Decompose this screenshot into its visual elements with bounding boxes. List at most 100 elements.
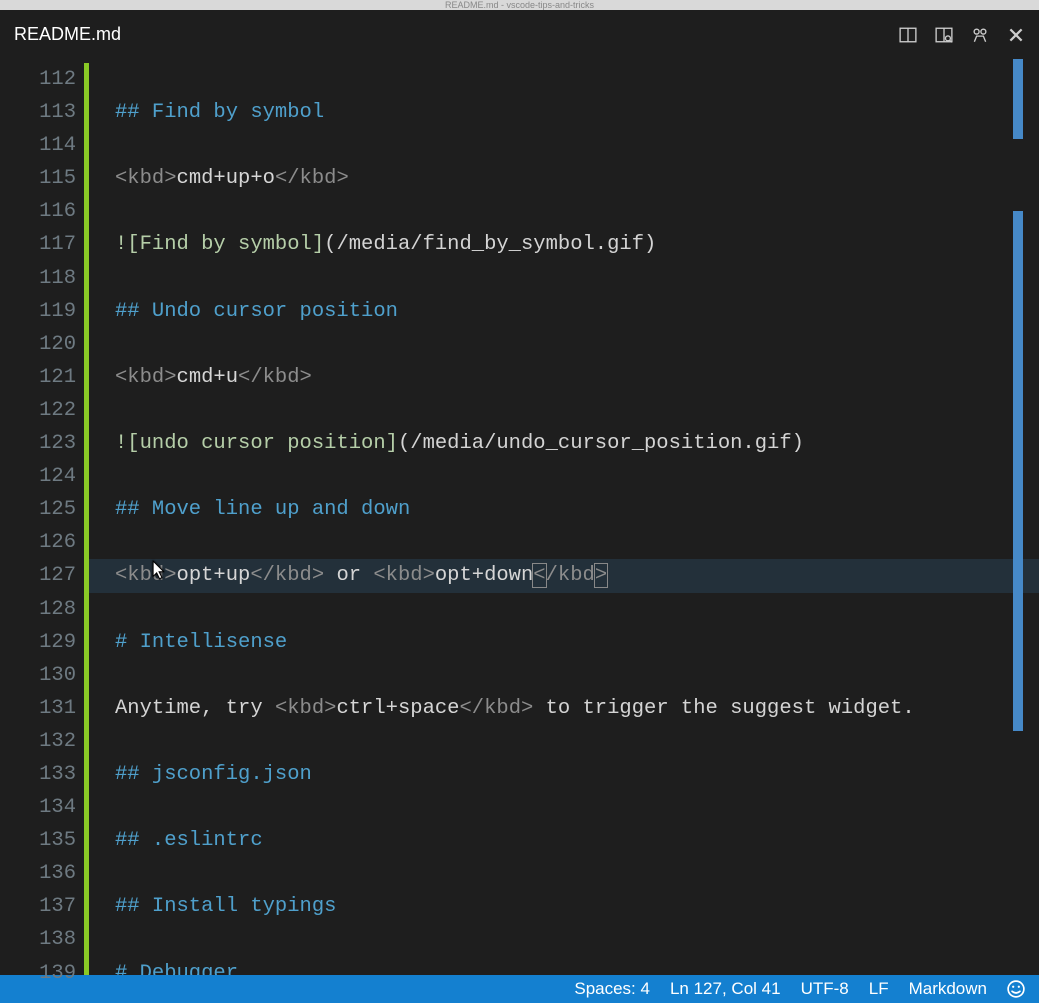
code-line[interactable] [115,593,1039,626]
line-number: 127 [0,559,76,592]
syntax-token: ![ [115,432,140,455]
syntax-token: <kbd> [115,564,177,587]
code-line[interactable]: ## Move line up and down [115,493,1039,526]
line-number: 120 [0,328,76,361]
split-editor-icon[interactable] [899,26,917,44]
line-number-gutter: 1121131141151161171181191201211221231241… [0,59,84,975]
status-indent[interactable]: Spaces: 4 [574,979,650,999]
line-number: 116 [0,195,76,228]
syntax-token: <kbd> [115,167,177,190]
code-line[interactable]: # Intellisense [115,626,1039,659]
syntax-token: ## Move line up and down [115,498,410,521]
code-line[interactable]: <kbd>cmd+u</kbd> [115,361,1039,394]
line-number: 121 [0,361,76,394]
syntax-token: ## Undo cursor position [115,300,398,323]
code-line[interactable] [115,725,1039,758]
line-number: 134 [0,791,76,824]
syntax-token: </kbd> [459,697,533,720]
line-number: 113 [0,96,76,129]
code-line[interactable] [115,328,1039,361]
syntax-token: ![ [115,233,140,256]
syntax-token: Anytime, try [115,697,275,720]
code-line[interactable]: ![undo cursor position](/media/undo_curs… [115,427,1039,460]
line-number: 115 [0,162,76,195]
code-line[interactable]: ## Find by symbol [115,96,1039,129]
line-number: 139 [0,957,76,990]
line-number: 135 [0,824,76,857]
syntax-token: > [594,563,608,588]
code-line[interactable]: ## Install typings [115,890,1039,923]
syntax-token: ] [386,432,398,455]
syntax-token: </kbd> [275,167,349,190]
feedback-smiley-icon[interactable] [1007,980,1025,998]
syntax-token: </kbd> [238,366,312,389]
code-line[interactable]: <kbd>opt+up</kbd> or <kbd>opt+down</kbd> [89,559,1039,592]
code-line[interactable] [115,195,1039,228]
line-number: 122 [0,394,76,427]
line-number: 130 [0,659,76,692]
code-line[interactable] [115,857,1039,890]
line-number: 126 [0,526,76,559]
code-line[interactable]: <kbd>cmd+up+o</kbd> [115,162,1039,195]
syntax-token: <kbd> [115,366,177,389]
line-number: 124 [0,460,76,493]
more-actions-icon[interactable] [971,26,989,44]
syntax-token: </kbd> [250,564,324,587]
line-number: 129 [0,626,76,659]
code-line[interactable] [115,63,1039,96]
code-line[interactable]: ## .eslintrc [115,824,1039,857]
syntax-token: or [324,564,373,587]
line-number: 128 [0,593,76,626]
syntax-token: cmd+up+o [177,167,275,190]
code-line[interactable] [115,791,1039,824]
editor-area[interactable]: 1121131141151161171181191201211221231241… [0,59,1039,975]
code-content[interactable]: ## Find by symbol<kbd>cmd+up+o</kbd>![Fi… [89,59,1039,975]
syntax-token: (/media/undo_cursor_position.gif) [398,432,804,455]
syntax-token: # Intellisense [115,631,287,654]
code-line[interactable] [115,460,1039,493]
syntax-token: undo cursor position [140,432,386,455]
line-number: 138 [0,923,76,956]
line-number: 132 [0,725,76,758]
code-line[interactable]: Anytime, try <kbd>ctrl+space</kbd> to tr… [115,692,1039,725]
code-line[interactable]: ## jsconfig.json [115,758,1039,791]
code-line[interactable] [115,923,1039,956]
code-line[interactable] [115,526,1039,559]
close-editor-icon[interactable] [1007,26,1025,44]
status-encoding[interactable]: UTF-8 [801,979,849,999]
line-number: 118 [0,262,76,295]
editor-actions-group [899,26,1025,44]
window-chrome-top: README.md - vscode-tips-and-tricks [0,0,1039,10]
syntax-token: ## Find by symbol [115,101,324,124]
line-number: 136 [0,857,76,890]
code-line[interactable] [115,659,1039,692]
line-number: 119 [0,295,76,328]
syntax-token: cmd+u [177,366,239,389]
syntax-token: ## jsconfig.json [115,763,312,786]
active-tab-filename[interactable]: README.md [14,24,121,45]
code-line[interactable]: ![Find by symbol](/media/find_by_symbol.… [115,228,1039,261]
status-eol[interactable]: LF [869,979,889,999]
syntax-token: Find by symbol [140,233,312,256]
syntax-token: opt+up [177,564,251,587]
status-cursor-position[interactable]: Ln 127, Col 41 [670,979,781,999]
code-line[interactable] [115,394,1039,427]
editor-tab-bar: README.md [0,10,1039,59]
code-line[interactable] [115,129,1039,162]
syntax-token: /kbd [546,564,595,587]
line-number: 137 [0,890,76,923]
syntax-token: ctrl+space [336,697,459,720]
syntax-token: to trigger the suggest widget. [533,697,914,720]
syntax-token: < [532,563,546,588]
vertical-scrollbar[interactable] [1023,59,1039,975]
open-preview-icon[interactable] [935,26,953,44]
window-title: README.md - vscode-tips-and-tricks [445,0,594,10]
syntax-token: (/media/find_by_symbol.gif) [324,233,656,256]
status-bar: Spaces: 4 Ln 127, Col 41 UTF-8 LF Markdo… [0,975,1039,1003]
code-line[interactable] [115,262,1039,295]
code-line[interactable]: ## Undo cursor position [115,295,1039,328]
status-language[interactable]: Markdown [909,979,987,999]
line-number: 123 [0,427,76,460]
line-number: 133 [0,758,76,791]
code-line[interactable]: # Debugger [115,957,1039,975]
